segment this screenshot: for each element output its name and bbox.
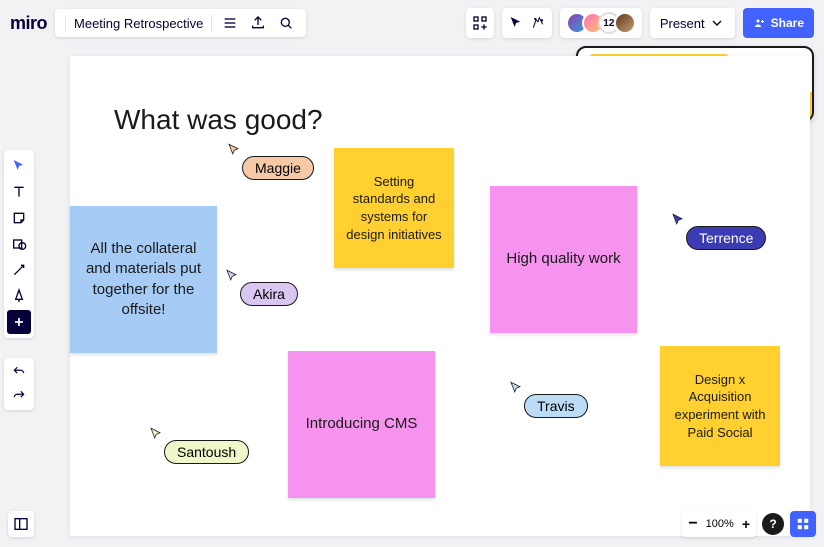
cursor-tools[interactable] [502,8,552,38]
undo-button[interactable] [7,362,31,382]
redo-button[interactable] [7,386,31,406]
board-canvas[interactable]: What was good? All the collateral and ma… [70,56,810,536]
select-tool[interactable] [7,154,31,178]
person-plus-icon [753,17,765,29]
add-tool[interactable] [7,310,31,334]
text-tool[interactable] [7,180,31,204]
zoom-control[interactable]: − 100% + [682,511,756,537]
avatar-stack: 12 [566,12,636,34]
left-toolbar [4,150,34,338]
cursor-icon [508,380,526,398]
panel-toggle[interactable] [8,511,34,537]
chevron-down-icon [709,15,725,31]
cursor-icon [148,426,166,444]
user-cursor-travis: Travis [508,380,588,418]
zoom-level: 100% [706,518,734,530]
user-cursor-terrence: Terrence [670,212,766,250]
sticky-note[interactable]: Introducing CMS [288,351,435,498]
top-right-controls: 12 Present Share [466,8,814,38]
present-button[interactable]: Present [650,8,735,38]
shape-tool[interactable] [7,232,31,256]
collaborators[interactable]: 12 [560,8,642,38]
avatar [614,12,636,34]
line-tool[interactable] [7,258,31,282]
divider [211,15,212,31]
board-title: Meeting Retrospective [74,16,203,31]
share-button[interactable]: Share [743,8,814,38]
section-heading: What was good? [114,104,323,136]
cursor-label: Terrence [686,226,766,250]
cursor-icon [226,142,244,160]
sticky-note[interactable]: Setting standards and systems for design… [334,148,454,268]
undo-redo-box [4,358,34,410]
present-label: Present [660,16,705,31]
export-icon[interactable] [248,15,268,31]
cursor-label: Maggie [242,156,314,180]
user-cursor-akira: Akira [224,268,298,306]
logo: miro [10,13,47,34]
share-label: Share [771,16,804,30]
zoom-out-button[interactable]: − [688,515,697,533]
minimap-button[interactable] [790,511,816,537]
cursor-icon [224,268,242,286]
divider [65,15,66,31]
help-button[interactable]: ? [762,513,784,535]
apps-button[interactable] [466,8,494,38]
board-title-box[interactable]: Meeting Retrospective [55,9,306,37]
sticky-note[interactable]: All the collateral and materials put tog… [70,206,217,353]
sticky-note[interactable]: High quality work [490,186,637,333]
user-cursor-maggie: Maggie [226,142,314,180]
search-icon[interactable] [276,15,296,31]
user-cursor-santoush: Santoush [148,426,249,464]
zoom-in-button[interactable]: + [742,516,750,532]
cursor-label: Santoush [164,440,249,464]
pen-tool[interactable] [7,284,31,308]
sticky-tool[interactable] [7,206,31,230]
menu-icon[interactable] [220,15,240,31]
cursor-icon [670,212,688,230]
top-bar: miro Meeting Retrospective 12 [0,0,824,46]
bottom-right-controls: − 100% + ? [682,511,816,537]
cursor-label: Travis [524,394,588,418]
cursor-label: Akira [240,282,298,306]
sticky-note[interactable]: Design x Acquisition experiment with Pai… [660,346,780,466]
